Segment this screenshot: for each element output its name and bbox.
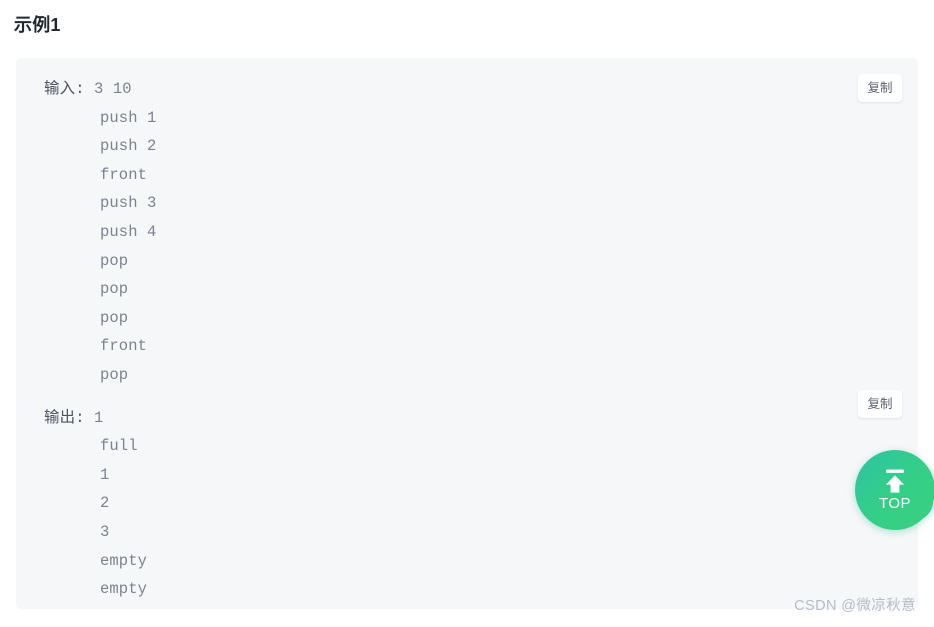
code-text: 1 — [100, 465, 110, 484]
code-line: pop — [16, 361, 918, 390]
code-line: full — [16, 432, 918, 461]
code-text: pop — [100, 365, 129, 384]
code-text: empty — [100, 551, 148, 570]
code-line: front — [16, 161, 918, 190]
output-label: 输出: — [44, 408, 85, 427]
code-section-output: 输出: 1 full 1 2 3 empty empty — [16, 390, 918, 604]
code-text: full — [100, 437, 138, 456]
input-label: 输入: — [44, 80, 85, 98]
code-text: front — [100, 337, 148, 356]
code-text: front — [100, 165, 148, 184]
code-text: pop — [100, 308, 129, 327]
code-line: 2 — [16, 489, 918, 518]
copy-button-input[interactable]: 复制 — [858, 74, 902, 102]
upload-arrow-icon — [886, 469, 904, 493]
code-line: pop — [16, 275, 918, 304]
page-title: 示例1 — [14, 15, 61, 35]
code-text: 3 10 — [94, 80, 132, 98]
code-line: push 4 — [16, 218, 918, 247]
code-section-input: 输入: 3 10 push 1 push 2 front push 3 push… — [16, 58, 918, 390]
code-text: 1 — [94, 408, 104, 427]
code-text: pop — [100, 251, 129, 270]
code-line: pop — [16, 304, 918, 333]
back-to-top-circle[interactable]: TOP — [855, 450, 934, 530]
code-text: push 4 — [100, 222, 157, 241]
code-text: 3 — [100, 522, 110, 541]
code-line: 输出: 1 — [16, 404, 918, 433]
page-root: 示例1 输入: 3 10 push 1 push 2 front push 3 … — [0, 0, 934, 627]
code-line: 输入: 3 10 — [16, 75, 918, 104]
code-line: push 3 — [16, 189, 918, 218]
code-text: 2 — [100, 494, 110, 513]
code-line: push 2 — [16, 132, 918, 161]
code-block: 输入: 3 10 push 1 push 2 front push 3 push… — [16, 58, 918, 609]
code-line: pop — [16, 247, 918, 276]
code-text: push 2 — [100, 137, 157, 156]
code-line: 1 — [16, 461, 918, 490]
watermark: CSDN @微凉秋意 — [794, 598, 916, 614]
code-line: empty — [16, 575, 918, 604]
code-line: 3 — [16, 518, 918, 547]
back-to-top-button[interactable]: TOP — [855, 450, 934, 530]
copy-button-output[interactable]: 复制 — [858, 390, 902, 418]
code-text: push 1 — [100, 108, 157, 127]
code-line: push 1 — [16, 104, 918, 133]
code-text: pop — [100, 280, 129, 299]
code-text: push 3 — [100, 194, 157, 213]
code-line: front — [16, 332, 918, 361]
back-to-top-label: TOP — [878, 494, 912, 512]
code-text: empty — [100, 580, 148, 599]
code-line: empty — [16, 547, 918, 576]
